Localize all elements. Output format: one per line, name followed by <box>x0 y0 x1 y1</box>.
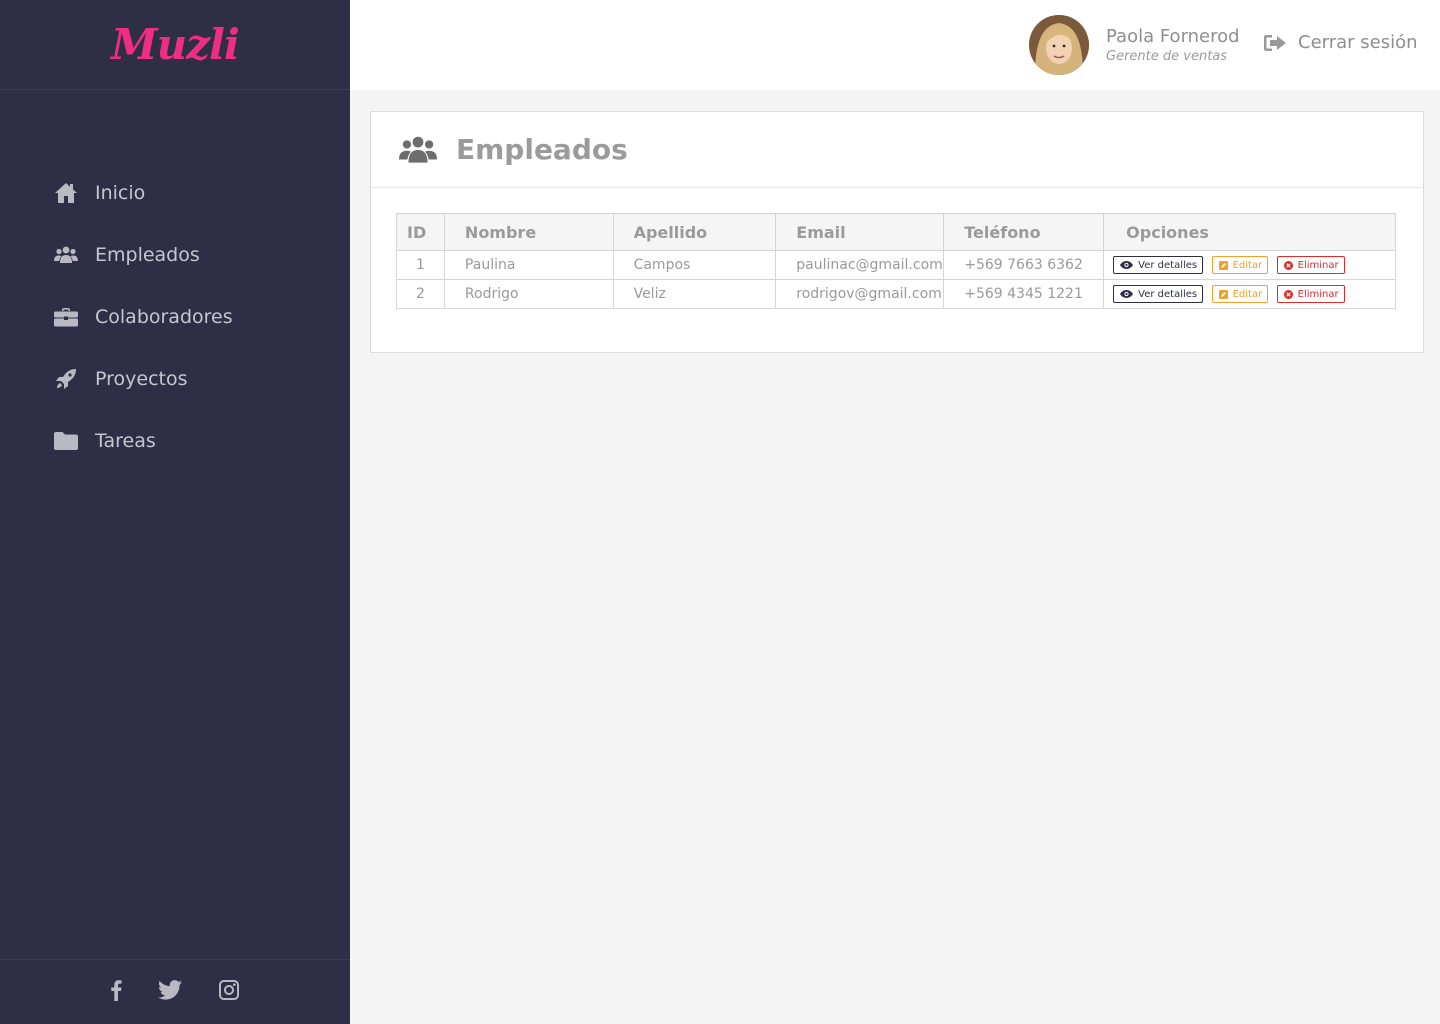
view-details-label: Ver detalles <box>1138 288 1198 300</box>
eye-icon <box>1120 290 1134 298</box>
cell-opciones: Ver detalles Editar Eliminar <box>1103 250 1396 280</box>
cell-telefono: +569 4345 1221 <box>943 279 1105 309</box>
close-circle-icon <box>1283 260 1293 270</box>
top-header: Paola Fornerod Gerente de ventas Cerrar … <box>350 0 1440 90</box>
view-details-button[interactable]: Ver detalles <box>1113 285 1204 303</box>
eye-icon <box>1120 261 1134 269</box>
avatar[interactable] <box>1029 15 1089 75</box>
brand-logo[interactable]: Muzli <box>111 20 240 69</box>
page-title: Empleados <box>456 133 628 166</box>
edit-icon <box>1218 260 1228 270</box>
home-icon <box>54 181 78 205</box>
users-icon <box>54 243 78 267</box>
cell-nombre: Paulina <box>443 250 614 280</box>
facebook-icon[interactable] <box>110 979 122 1005</box>
sidebar-item-label: Empleados <box>95 244 200 266</box>
briefcase-icon <box>54 305 78 329</box>
edit-label: Editar <box>1232 288 1263 300</box>
sidebar-item-colaboradores[interactable]: Colaboradores <box>0 286 350 348</box>
instagram-icon[interactable] <box>218 979 240 1005</box>
card-header: Empleados <box>371 112 1423 188</box>
delete-label: Eliminar <box>1297 259 1339 271</box>
folder-icon <box>54 429 78 453</box>
logo-area: Muzli <box>0 0 350 90</box>
table-header-row: ID Nombre Apellido Email Teléfono Opcion… <box>396 213 1396 251</box>
sidebar-nav: Inicio Empleados Colaboradores Proyectos… <box>0 90 350 472</box>
sidebar-item-label: Inicio <box>95 182 146 204</box>
sidebar-item-proyectos[interactable]: Proyectos <box>0 348 350 410</box>
sidebar-item-label: Proyectos <box>95 368 188 390</box>
table-row: 2 Rodrigo Veliz rodrigov@gmail.com +569 … <box>396 279 1396 309</box>
sidebar-item-empleados[interactable]: Empleados <box>0 224 350 286</box>
edit-label: Editar <box>1232 259 1263 271</box>
close-circle-icon <box>1283 289 1293 299</box>
cell-nombre: Rodrigo <box>443 279 614 309</box>
delete-button[interactable]: Eliminar <box>1276 285 1345 303</box>
column-header-nombre[interactable]: Nombre <box>443 213 614 251</box>
cell-apellido: Veliz <box>612 279 777 309</box>
sidebar-item-tareas[interactable]: Tareas <box>0 410 350 472</box>
column-header-email[interactable]: Email <box>775 213 945 251</box>
cell-id: 2 <box>396 279 445 309</box>
sign-out-icon <box>1264 34 1286 51</box>
employees-card: Empleados ID Nombre Apellido Email Teléf… <box>370 111 1424 353</box>
rocket-icon <box>54 367 78 391</box>
sidebar: Muzli Inicio Empleados Colaboradores Pro… <box>0 0 350 1024</box>
cell-id: 1 <box>396 250 445 280</box>
employees-table: ID Nombre Apellido Email Teléfono Opcion… <box>396 213 1396 309</box>
cell-email: paulinac@gmail.com <box>775 250 945 280</box>
column-header-id[interactable]: ID <box>396 213 445 251</box>
edit-icon <box>1218 289 1228 299</box>
user-role: Gerente de ventas <box>1106 49 1228 64</box>
cell-telefono: +569 7663 6362 <box>943 250 1105 280</box>
delete-button[interactable]: Eliminar <box>1276 256 1345 274</box>
column-header-apellido[interactable]: Apellido <box>612 213 777 251</box>
view-details-button[interactable]: Ver detalles <box>1113 256 1204 274</box>
sidebar-item-inicio[interactable]: Inicio <box>0 162 350 224</box>
logout-button[interactable]: Cerrar sesión <box>1263 32 1418 53</box>
cell-apellido: Campos <box>612 250 777 280</box>
twitter-icon[interactable] <box>158 980 182 1004</box>
sidebar-item-label: Tareas <box>95 430 156 452</box>
user-name: Paola Fornerod <box>1106 26 1240 47</box>
social-links <box>0 959 350 1024</box>
edit-button[interactable]: Editar <box>1211 285 1269 303</box>
logout-label: Cerrar sesión <box>1298 32 1418 53</box>
column-header-opciones: Opciones <box>1103 213 1396 251</box>
delete-label: Eliminar <box>1297 288 1339 300</box>
cell-opciones: Ver detalles Editar Eliminar <box>1103 279 1396 309</box>
users-icon <box>399 136 437 163</box>
table-row: 1 Paulina Campos paulinac@gmail.com +569… <box>396 250 1396 280</box>
column-header-telefono[interactable]: Teléfono <box>943 213 1105 251</box>
edit-button[interactable]: Editar <box>1211 256 1269 274</box>
view-details-label: Ver detalles <box>1138 259 1198 271</box>
sidebar-item-label: Colaboradores <box>95 306 233 328</box>
cell-email: rodrigov@gmail.com <box>775 279 945 309</box>
